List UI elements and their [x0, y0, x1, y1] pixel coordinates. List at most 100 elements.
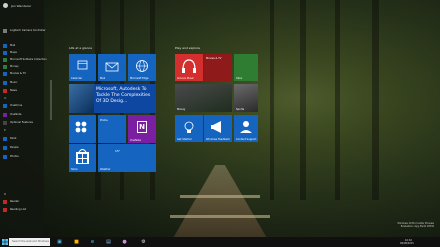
app-list-item[interactable]: Money	[3, 64, 19, 69]
edge-icon[interactable]: e	[89, 239, 96, 245]
app-list-item[interactable]: Mail	[3, 43, 15, 48]
app-list-item[interactable]: Photos	[3, 154, 19, 159]
app-list-item[interactable]: News	[3, 88, 17, 93]
section-letter[interactable]: P	[4, 128, 6, 132]
settings-icon[interactable]: ⚙	[140, 239, 147, 245]
tile-label: Windows Feedback	[206, 138, 230, 141]
tile-news[interactable]: Microsoft, Autodesk To Tackle The Comple…	[69, 84, 156, 113]
tile-label: Get Started	[177, 138, 192, 141]
solitaire-icon	[3, 57, 7, 62]
tile-edge[interactable]: Microsoft Edge	[128, 54, 156, 81]
app-label: Reading List	[10, 208, 26, 211]
start-button[interactable]	[0, 237, 9, 247]
app-list-item[interactable]: People	[3, 145, 19, 150]
app-list-item[interactable]: Maps	[3, 50, 17, 55]
app-label: Mail	[10, 44, 16, 47]
app-list-item[interactable]: Paint	[3, 136, 16, 141]
onenote-icon	[3, 112, 7, 117]
tile-mail[interactable]: Mail	[98, 54, 126, 81]
app-list-item[interactable]: OneNote	[3, 112, 21, 117]
group-title[interactable]: Play and explore	[175, 46, 200, 50]
tile-xbox[interactable]: Xbox	[234, 54, 258, 81]
tile-contact-support[interactable]: Contact Support	[234, 115, 258, 142]
reader-icon	[3, 199, 7, 204]
wallpaper-trunk	[372, 0, 379, 200]
search-box[interactable]: Search the web and Windows	[9, 238, 50, 246]
money-icon	[3, 64, 7, 69]
wallpaper-rail	[170, 215, 270, 218]
app-label: Optional Features	[10, 121, 33, 124]
people-icon	[3, 145, 7, 150]
app-list-item[interactable]: Optional Features	[3, 120, 33, 125]
tile-label: Mail	[100, 77, 106, 80]
app-list-item[interactable]: Microsoft Solitaire Collection	[3, 57, 47, 62]
build-watermark: Windows 10 Pro Insider Preview Evaluatio…	[398, 222, 434, 228]
app-label: Movies & TV	[10, 72, 27, 75]
tile-label: Photos	[100, 119, 108, 122]
tile-sports[interactable]: Sports	[234, 84, 258, 112]
weather-temp: 15°	[115, 149, 121, 153]
app-label: Money	[10, 65, 19, 68]
taskbar: Search the web and Windows ▣ ■ e ▤ ● ⚙ 1…	[0, 237, 440, 247]
tile-feedback[interactable]: Windows Feedback	[204, 115, 232, 142]
tile-weather[interactable]: 15° Weather	[98, 144, 156, 172]
tile-onenote[interactable]: N OneNote	[128, 115, 156, 143]
clock-date[interactable]: 09/08/2015	[400, 242, 414, 245]
app-label: Photos	[10, 155, 19, 158]
news-headline: Microsoft, Autodesk To Tackle The Comple…	[96, 87, 151, 104]
tile-store[interactable]: Store	[69, 144, 96, 172]
section-letter[interactable]: R	[4, 192, 6, 196]
onedrive-icon	[3, 103, 7, 108]
photos-icon	[3, 154, 7, 159]
file-explorer-icon[interactable]: ■	[73, 239, 80, 245]
wallpaper-trunk	[335, 0, 340, 200]
wallpaper-trunk	[270, 0, 274, 200]
people-icon	[75, 121, 87, 133]
camera-icon	[3, 28, 7, 33]
tile-movies[interactable]: Movies & TV	[204, 54, 232, 81]
tile-label: Groove Music	[177, 77, 194, 80]
app-label: OneNote	[10, 113, 22, 116]
features-icon	[3, 120, 7, 125]
maps-icon	[3, 50, 7, 55]
wallpaper-trunk	[300, 0, 306, 200]
scrollbar[interactable]	[50, 80, 52, 120]
app-label: Paint	[10, 137, 17, 140]
watermark-line: Evaluation copy. Build 10532	[400, 225, 434, 228]
app-list-item[interactable]: Logitech Camera Controller	[3, 28, 46, 33]
group-title[interactable]: Life at a glance	[69, 46, 92, 50]
tile-people[interactable]	[69, 115, 96, 143]
onenote-icon[interactable]: ●	[121, 239, 128, 245]
tile-label: Weather	[100, 168, 111, 171]
news-icon	[3, 88, 7, 93]
section-letter[interactable]: O	[4, 96, 6, 100]
tile-label: OneNote	[130, 139, 142, 142]
app-label: Music	[10, 81, 18, 84]
search-placeholder: Search the web and Windows	[12, 240, 49, 243]
tile-photos[interactable]: Photos	[98, 115, 126, 143]
app-list-item[interactable]: Reading List	[3, 207, 26, 212]
paint-icon	[3, 136, 7, 141]
app-list-item[interactable]: Reader	[3, 199, 19, 204]
movies-icon	[3, 71, 7, 76]
reading-list-icon	[3, 207, 7, 212]
avatar	[3, 3, 8, 8]
wallpaper-rail	[180, 195, 260, 198]
tile-get-started[interactable]: Get Started	[175, 115, 203, 142]
app-list-item[interactable]: Movies & TV	[3, 71, 26, 76]
tile-money[interactable]: Money	[175, 84, 232, 112]
tile-label: Movies & TV	[206, 57, 222, 60]
app-label: Microsoft Solitaire Collection	[10, 58, 47, 61]
user-account[interactable]: Jan Wanderer	[3, 3, 31, 8]
tile-label: Calendar	[71, 77, 83, 80]
tile-groove[interactable]: Groove Music	[175, 54, 203, 81]
app-list-item[interactable]: OneDrive	[3, 103, 22, 108]
news-thumbnail	[69, 84, 94, 113]
wallpaper-path	[172, 165, 268, 240]
app-label: News	[10, 89, 18, 92]
store-icon[interactable]: ▤	[105, 239, 112, 245]
music-icon	[3, 80, 7, 85]
app-list-item[interactable]: Music	[3, 80, 17, 85]
tile-calendar[interactable]: Calendar	[69, 54, 96, 81]
task-view-icon[interactable]: ▣	[56, 239, 63, 245]
